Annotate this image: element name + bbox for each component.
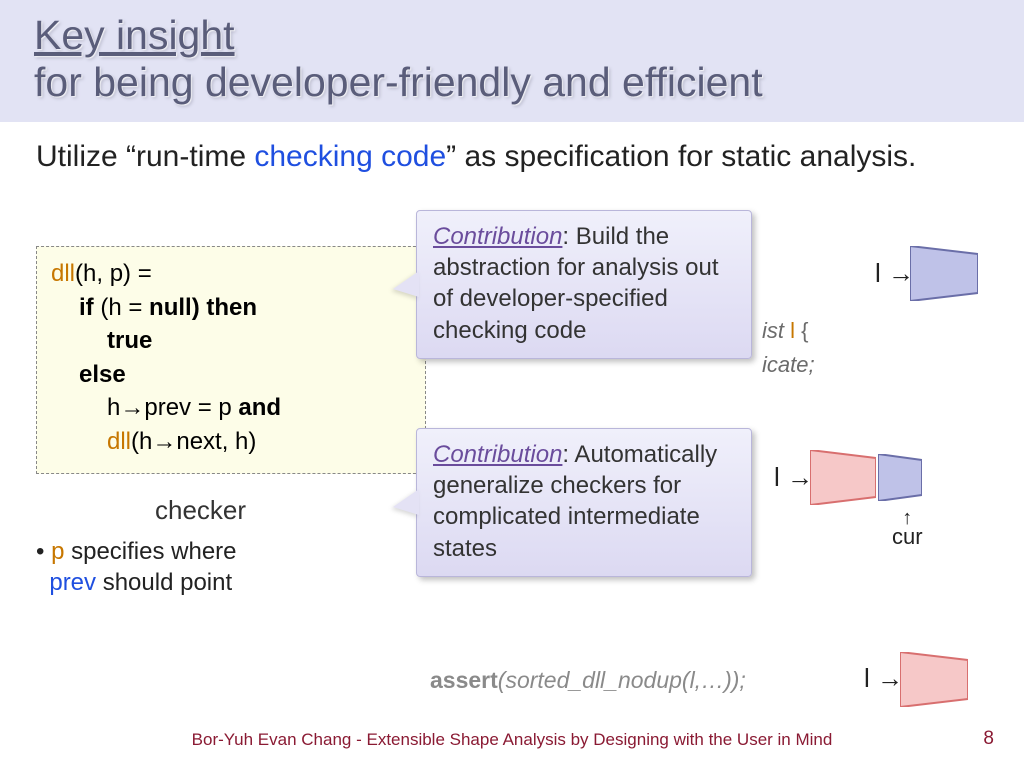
bullet-dot: • xyxy=(36,538,51,565)
bullet-p: p xyxy=(51,538,64,565)
else-kw: else xyxy=(51,358,411,392)
checker-code-box: dll(h, p) = if (h = null) then true else… xyxy=(36,246,426,474)
bullet-mid: specifies where xyxy=(64,538,236,565)
trap-blue-poly-1 xyxy=(910,246,978,301)
footer-text: Bor-Yuh Evan Chang - Extensible Shape An… xyxy=(0,730,1024,750)
up-arrow-icon: ↑ xyxy=(892,512,923,524)
if-cond: (h = xyxy=(94,294,149,321)
checker-rec-rest: (h→next, h) xyxy=(131,428,256,455)
frag-ist: ist xyxy=(762,318,790,343)
code-fragment-ist: ist l { xyxy=(762,318,808,344)
slide-header: Key insight for being developer-friendly… xyxy=(0,0,1024,122)
checker-sig-rest: (h, p) = xyxy=(75,260,152,287)
checker-body-line1: h→prev = p and xyxy=(51,391,411,425)
checker-if-line: if (h = null) then xyxy=(51,291,411,325)
checker-fn-name: dll xyxy=(51,260,75,287)
checker-body-line2: dll(h→next, h) xyxy=(51,425,411,459)
null-kw: null xyxy=(149,294,192,321)
if-kw: if xyxy=(79,294,94,321)
checker-sig: dll(h, p) = xyxy=(51,257,411,291)
contribution-callout-2: Contribution: Automatically generalize c… xyxy=(416,428,752,577)
frag-brace: { xyxy=(795,318,808,343)
body-post: ” as specification for static analysis. xyxy=(446,140,916,173)
contrib1-head: Contribution xyxy=(433,223,562,250)
title-line-2: for being developer-friendly and efficie… xyxy=(34,59,990,106)
title-line-1: Key insight xyxy=(34,12,990,59)
l-arrow-label-1: l → xyxy=(875,258,914,289)
bullet-prev: prev xyxy=(49,569,96,596)
code-fragment-icate: icate; xyxy=(762,352,815,378)
contribution-callout-1: Contribution: Build the abstraction for … xyxy=(416,210,752,359)
checker-label: checker xyxy=(155,495,246,526)
cur-label: cur xyxy=(892,524,923,550)
trapezoid-blue-icon-1 xyxy=(910,246,978,301)
assert-line: assert(sorted_dll_nodup(l,…)); xyxy=(430,667,746,694)
assert-body: (sorted_dll_nodup(l,…)); xyxy=(498,667,746,693)
trapezoid-pink-icon-1 xyxy=(810,450,876,505)
contrib2-head: Contribution xyxy=(433,441,562,468)
body-paragraph: Utilize “run-time checking code” as spec… xyxy=(36,138,916,176)
checker-rec-fn: dll xyxy=(107,428,131,455)
assert-kw: assert xyxy=(430,667,498,693)
cur-pointer: ↑ cur xyxy=(892,512,923,550)
true-kw: true xyxy=(51,324,411,358)
then-kw: ) then xyxy=(192,294,257,321)
bullet-point: • p specifies where prev should point xyxy=(36,536,237,598)
and-kw: and xyxy=(238,394,281,421)
l-arrow-label-2: l → xyxy=(774,462,813,493)
body-pre: Utilize “run-time xyxy=(36,140,254,173)
l-arrow-label-3: l → xyxy=(864,663,903,694)
bullet-end: should point xyxy=(96,569,232,596)
page-number: 8 xyxy=(983,728,994,750)
trapezoid-blue-icon-2 xyxy=(878,454,922,501)
trapezoid-pink-icon-2 xyxy=(900,652,968,707)
body-pre-and: h→prev = p xyxy=(107,394,238,421)
body-blue-term: checking code xyxy=(254,140,446,173)
